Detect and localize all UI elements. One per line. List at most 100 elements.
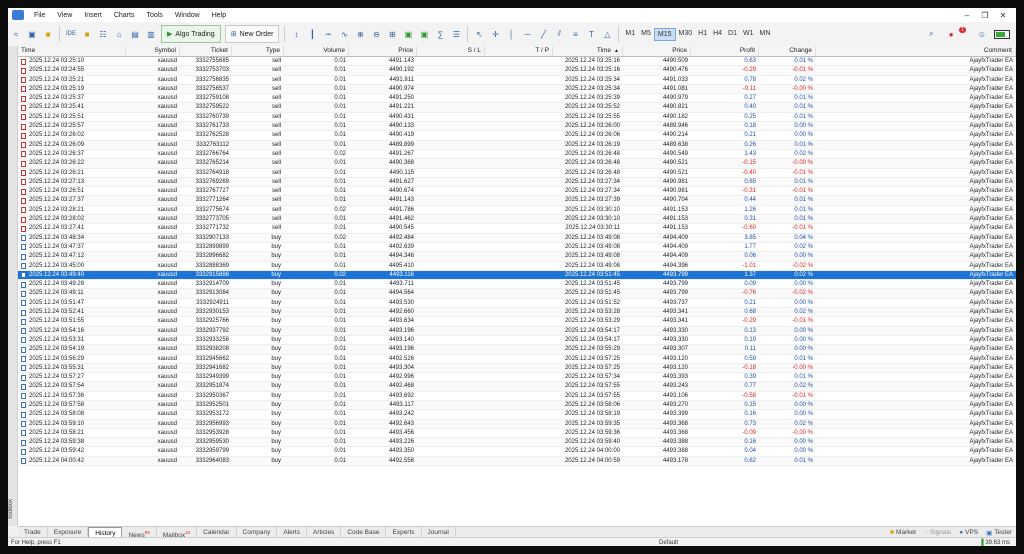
tab-company[interactable]: Company: [237, 526, 278, 538]
table-row[interactable]: 2025.12.24 03:59:10 xauusd 3332956993 buy 0.…: [18, 419, 1016, 429]
column-header-symbol[interactable]: Symbol: [126, 46, 180, 56]
column-header-comment[interactable]: Comment: [816, 46, 1016, 56]
table-row[interactable]: 2025.12.24 03:51:55 xauusd 3332925766 buy 0.…: [18, 317, 1016, 327]
table-row[interactable]: 2025.12.24 03:25:37 xauusd 3332759108 sell 0…: [18, 94, 1016, 104]
table-row[interactable]: 2025.12.24 03:54:19 xauusd 3332938208 buy 0.…: [18, 345, 1016, 355]
templates-icon[interactable]: ☰: [449, 27, 463, 41]
tab-exposure[interactable]: Exposure: [48, 526, 89, 538]
channel-icon[interactable]: ⫽: [552, 27, 566, 41]
shapes-icon[interactable]: △: [600, 27, 614, 41]
account-icon[interactable]: ☺: [975, 27, 989, 41]
table-row[interactable]: 2025.12.24 04:00:42 xauusd 3332964083 buy 0.…: [18, 456, 1016, 467]
tab-alerts[interactable]: Alerts: [277, 526, 307, 538]
horizontal-line-icon[interactable]: ─: [520, 27, 534, 41]
text-icon[interactable]: T: [584, 27, 598, 41]
timeframe-m1[interactable]: M1: [622, 28, 638, 41]
tab-mailbox[interactable]: Mailbox10: [157, 526, 198, 539]
table-row[interactable]: 2025.12.24 03:25:19 xauusd 3332756537 sell 0…: [18, 84, 1016, 95]
table-row[interactable]: 2025.12.24 03:56:29 xauusd 3332945662 buy 0.…: [18, 355, 1016, 364]
menu-item-view[interactable]: View: [51, 12, 78, 19]
vps-tab[interactable]: ● VPS: [959, 529, 978, 537]
column-header-close-time[interactable]: Time ▲: [553, 46, 623, 56]
profiles-icon[interactable]: ■: [41, 27, 55, 41]
table-row[interactable]: 2025.12.24 03:48:34 xauusd 3332907133 buy 0.…: [18, 233, 1016, 243]
data-window-icon[interactable]: ▤: [128, 27, 142, 41]
column-header-time[interactable]: Time: [18, 46, 126, 56]
timeframe-m5[interactable]: M5: [638, 28, 654, 41]
table-row[interactable]: 2025.12.24 03:57:36 xauusd 3332950367 buy 0.…: [18, 392, 1016, 401]
market-tab[interactable]: ■ Market: [890, 529, 916, 537]
table-row[interactable]: 2025.12.24 03:26:22 xauusd 3332765214 sell 0…: [18, 159, 1016, 169]
menu-item-help[interactable]: Help: [206, 12, 232, 19]
table-row[interactable]: 2025.12.24 03:27:37 xauusd 3332771264 sell 0…: [18, 196, 1016, 206]
indicators-icon[interactable]: ∑: [433, 27, 447, 41]
restore-icon[interactable]: ❐: [978, 11, 992, 20]
column-header-ticket[interactable]: Ticket: [180, 46, 232, 56]
navigator-icon[interactable]: ☷: [96, 27, 110, 41]
tab-journal[interactable]: Journal: [422, 526, 456, 538]
tab-code-base[interactable]: Code Base: [341, 526, 387, 538]
timeframe-h1[interactable]: H1: [695, 28, 710, 41]
timeframe-w1[interactable]: W1: [740, 28, 757, 41]
column-header-profit[interactable]: Profit: [691, 46, 759, 56]
table-row[interactable]: 2025.12.24 03:53:31 xauusd 3332933258 buy 0.…: [18, 336, 1016, 346]
autoscroll-icon[interactable]: ▣: [401, 27, 415, 41]
new-order-button[interactable]: ⊞ New Order: [224, 25, 280, 43]
algo-trading-button[interactable]: ▶ Algo Trading: [161, 25, 221, 43]
table-row[interactable]: 2025.12.24 03:55:31 xauusd 3332941682 buy 0.…: [18, 363, 1016, 374]
tester-tab[interactable]: ▣ Tester: [986, 529, 1012, 537]
table-row[interactable]: 2025.12.24 03:25:57 xauusd 3332761733 sell 0…: [18, 122, 1016, 132]
menu-item-tools[interactable]: Tools: [140, 12, 168, 19]
table-row[interactable]: 2025.12.24 03:52:41 xauusd 3332930153 buy 0.…: [18, 308, 1016, 318]
table-row[interactable]: 2025.12.24 03:24:55 xauusd 3332753703 sell 0…: [18, 66, 1016, 76]
table-row[interactable]: 2025.12.24 03:57:27 xauusd 3332949399 buy 0.…: [18, 373, 1016, 383]
depth-icon[interactable]: ↕: [289, 27, 303, 41]
toolbox-strip[interactable]: Toolbox: [8, 46, 18, 526]
timeframe-h4[interactable]: H4: [710, 28, 725, 41]
table-row[interactable]: 2025.12.24 03:26:21 xauusd 3332764918 sell 0…: [18, 169, 1016, 178]
column-header-close-price[interactable]: Price: [623, 46, 691, 56]
table-row[interactable]: 2025.12.24 03:28:02 xauusd 3332773705 sell 0…: [18, 215, 1016, 225]
new-chart-icon[interactable]: ▣: [25, 27, 39, 41]
close-icon[interactable]: ✕: [996, 11, 1010, 20]
minimize-icon[interactable]: –: [960, 11, 974, 20]
menu-item-file[interactable]: File: [28, 12, 51, 19]
column-header-sl[interactable]: S / L: [417, 46, 485, 56]
ide-icon[interactable]: IDE: [64, 27, 78, 41]
column-header-type[interactable]: Type: [232, 46, 284, 56]
signals-tab[interactable]: ○ Signals: [924, 529, 951, 537]
table-row[interactable]: 2025.12.24 03:49:28 xauusd 3332914709 buy 0.…: [18, 280, 1016, 290]
line-chart-icon[interactable]: ∿: [337, 27, 351, 41]
bar-chart-icon[interactable]: ┃: [305, 27, 319, 41]
vertical-line-icon[interactable]: │: [504, 27, 518, 41]
table-row[interactable]: 2025.12.24 03:25:10 xauusd 3332755685 sell 0…: [18, 57, 1016, 67]
grid-icon[interactable]: ⊞: [385, 27, 399, 41]
column-header-tp[interactable]: T / P: [485, 46, 553, 56]
table-row[interactable]: 2025.12.24 03:45:00 xauusd 3332888369 buy 0.…: [18, 262, 1016, 271]
notifications-icon[interactable]: ●: [944, 27, 958, 41]
column-header-price[interactable]: Price: [349, 46, 417, 56]
table-row[interactable]: 2025.12.24 03:54:16 xauusd 3332937792 buy 0.…: [18, 326, 1016, 336]
chart-shift-icon[interactable]: ▣: [417, 27, 431, 41]
zoom-out-icon[interactable]: ⊖: [369, 27, 383, 41]
fibonacci-icon[interactable]: ≡: [568, 27, 582, 41]
zoom-in-icon[interactable]: ⊕: [353, 27, 367, 41]
table-row[interactable]: 2025.12.24 03:51:47 xauusd 3332924911 buy 0.…: [18, 299, 1016, 309]
timeframe-m15[interactable]: M15: [653, 27, 676, 41]
table-row[interactable]: 2025.12.24 03:26:37 xauusd 3332766764 sell 0…: [18, 150, 1016, 160]
timeframe-mn[interactable]: MN: [757, 28, 774, 41]
menu-item-window[interactable]: Window: [169, 12, 206, 19]
tab-trade[interactable]: Trade: [18, 526, 48, 538]
terminal-icon[interactable]: ▥: [144, 27, 158, 41]
crosshair-icon[interactable]: ✛: [488, 27, 502, 41]
table-row[interactable]: 2025.12.24 03:26:09 xauusd 3332763112 sell 0…: [18, 140, 1016, 150]
table-row[interactable]: 2025.12.24 03:47:12 xauusd 3332896682 buy 0.…: [18, 252, 1016, 262]
tab-calendar[interactable]: Calendar: [197, 526, 237, 538]
menu-item-charts[interactable]: Charts: [108, 12, 141, 19]
table-row[interactable]: 2025.12.24 03:27:13 xauusd 3332769269 sell 0…: [18, 177, 1016, 188]
table-row[interactable]: 2025.12.24 03:28:21 xauusd 3332775674 sell 0…: [18, 206, 1016, 216]
table-row[interactable]: 2025.12.24 03:47:37 xauusd 3332899899 buy 0.…: [18, 243, 1016, 253]
tab-articles[interactable]: Articles: [307, 526, 342, 538]
timeframe-d1[interactable]: D1: [725, 28, 740, 41]
table-row[interactable]: 2025.12.24 03:27:41 xauusd 3332771732 sell 0…: [18, 224, 1016, 234]
